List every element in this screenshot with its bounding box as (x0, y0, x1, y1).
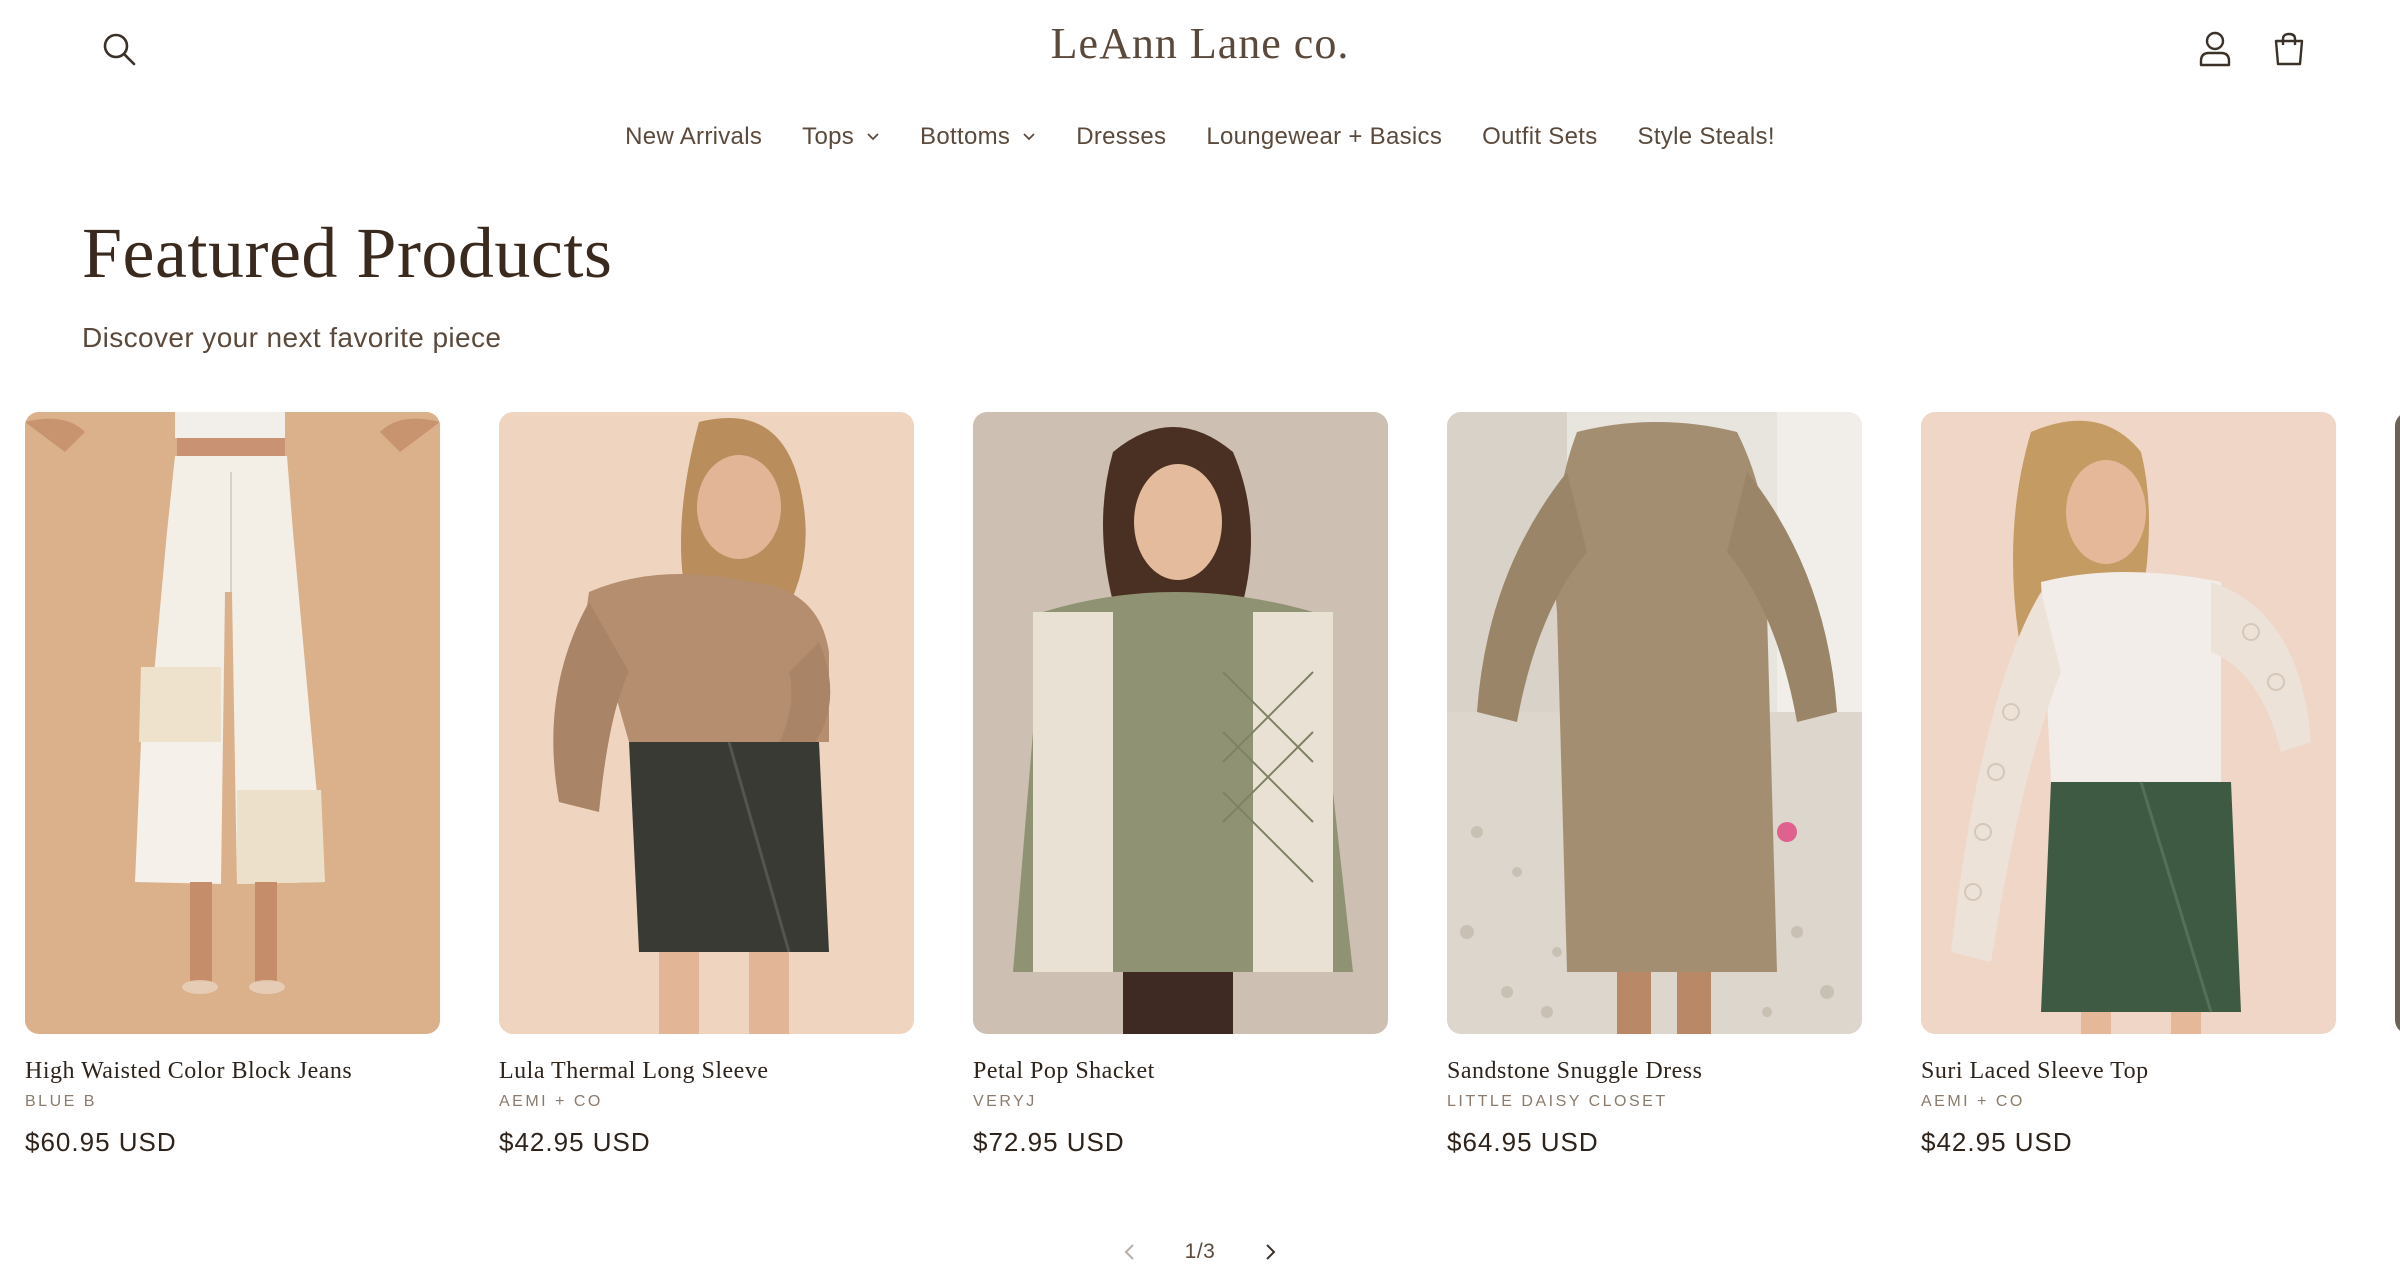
logo-link[interactable]: LeAnn Lane co. (1051, 19, 1350, 68)
nav-item-label: New Arrivals (625, 123, 763, 150)
product-vendor: AEMI + CO (1921, 1093, 2025, 1110)
chevron-down-icon (866, 132, 880, 142)
product-card[interactable]: High Waisted Color Block Jeans BLUE B $6… (25, 412, 440, 1158)
product-title[interactable]: Lula Thermal Long Sleeve (499, 1058, 914, 1085)
chevron-left-icon (1124, 1244, 1134, 1260)
product-card[interactable]: Sandstone Snuggle Dress LITTLE DAISY CLO… (1447, 412, 1862, 1158)
chevron-right-icon (1266, 1244, 1276, 1260)
nav-item-label: Loungewear + Basics (1206, 123, 1443, 150)
product-image[interactable] (1447, 412, 1862, 1034)
product-image[interactable] (1921, 412, 2336, 1034)
site-header: LeAnn Lane co. (0, 0, 2400, 100)
product-price: $72.95 USD (973, 1127, 1125, 1157)
cart-icon (2274, 32, 2304, 66)
section-title: Featured Products (82, 213, 613, 293)
product-price: $60.95 USD (25, 1127, 177, 1157)
slider-counter: 1/3 (1184, 1240, 1216, 1263)
slider-next-button[interactable] (1250, 1232, 1290, 1272)
product-vendor: LITTLE DAISY CLOSET (1447, 1093, 1668, 1110)
store-logo: LeAnn Lane co. (0, 18, 2400, 69)
product-image[interactable] (25, 412, 440, 1034)
product-image[interactable] (499, 412, 914, 1034)
product-image[interactable] (2395, 412, 2400, 1034)
slider-controls: 1/3 (0, 1232, 2400, 1272)
section-subtitle: Discover your next favorite piece (82, 322, 502, 353)
product-card-peek[interactable] (2395, 412, 2400, 1034)
main-navigation: New Arrivals Tops Bottoms Dresses Lounge… (0, 112, 2400, 162)
nav-item-new-arrivals[interactable]: New Arrivals (605, 123, 782, 151)
product-title[interactable]: Suri Laced Sleeve Top (1921, 1058, 2336, 1085)
product-vendor: AEMI + CO (499, 1093, 603, 1110)
product-price: $42.95 USD (1921, 1127, 2073, 1157)
nav-item-label: Outfit Sets (1482, 123, 1598, 150)
account-icon (2199, 31, 2231, 67)
product-card[interactable]: Lula Thermal Long Sleeve AEMI + CO $42.9… (499, 412, 914, 1158)
nav-item-label: Tops (802, 123, 855, 150)
product-vendor: VERYJ (973, 1093, 1037, 1110)
nav-item-bottoms[interactable]: Bottoms (900, 123, 1056, 151)
chevron-down-icon (1022, 132, 1036, 142)
product-title[interactable]: Sandstone Snuggle Dress (1447, 1058, 1862, 1085)
product-price: $42.95 USD (499, 1127, 651, 1157)
nav-item-label: Dresses (1076, 123, 1167, 150)
product-vendor: BLUE B (25, 1093, 97, 1110)
nav-item-label: Style Steals! (1637, 123, 1775, 150)
cart-button[interactable] (2266, 26, 2312, 72)
product-card[interactable]: Suri Laced Sleeve Top AEMI + CO $42.95 U… (1921, 412, 2336, 1158)
account-button[interactable] (2192, 26, 2238, 72)
nav-item-style-steals[interactable]: Style Steals! (1618, 123, 1795, 151)
nav-item-outfit-sets[interactable]: Outfit Sets (1462, 123, 1617, 151)
slider-prev-button[interactable] (1110, 1232, 1150, 1272)
product-title[interactable]: High Waisted Color Block Jeans (25, 1058, 440, 1085)
nav-item-dresses[interactable]: Dresses (1056, 123, 1186, 151)
product-title[interactable]: Petal Pop Shacket (973, 1058, 1388, 1085)
product-card[interactable]: Petal Pop Shacket VERYJ $72.95 USD (973, 412, 1388, 1158)
product-price: $64.95 USD (1447, 1127, 1599, 1157)
product-carousel: High Waisted Color Block Jeans BLUE B $6… (0, 412, 2400, 1192)
nav-item-tops[interactable]: Tops (782, 123, 900, 151)
product-image[interactable] (973, 412, 1388, 1034)
nav-item-loungewear-basics[interactable]: Loungewear + Basics (1186, 123, 1462, 151)
nav-item-label: Bottoms (920, 123, 1011, 150)
